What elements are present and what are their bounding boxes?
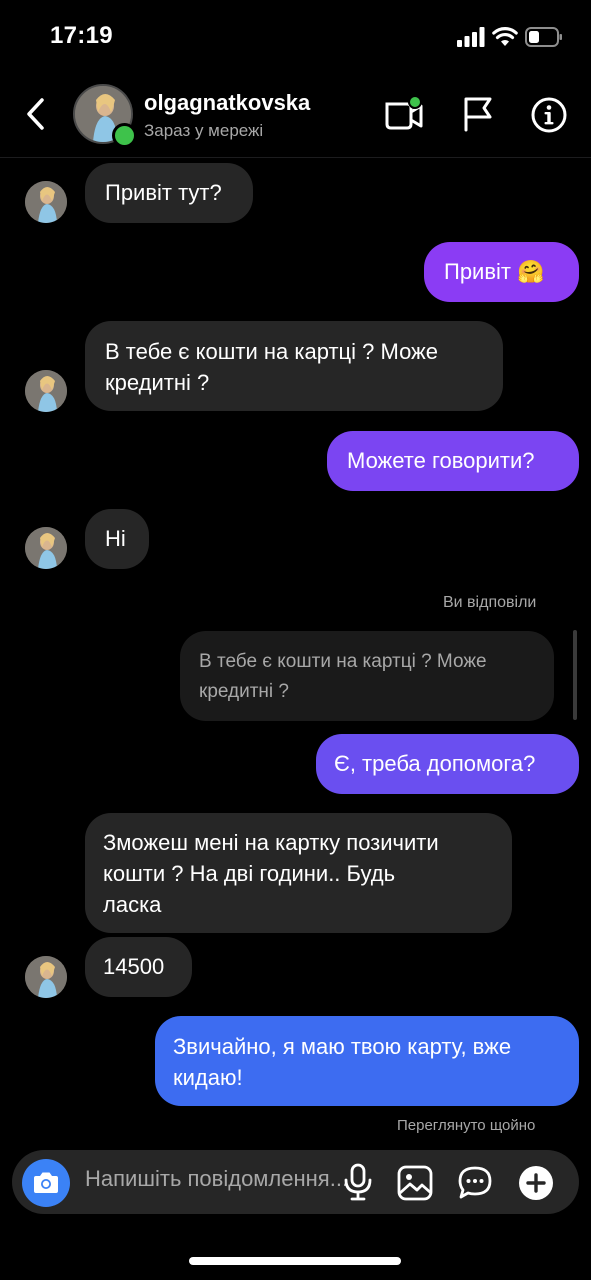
message-text-line: кредитні ? <box>105 370 210 395</box>
info-icon[interactable] <box>530 96 568 134</box>
message-text-line: В тебе є кошти на картці ? Може <box>105 339 439 364</box>
sender-avatar[interactable] <box>25 181 67 223</box>
outgoing-message[interactable]: Є, треба допомога? <box>316 734 579 794</box>
online-status-text: Зараз у мережі <box>144 121 264 140</box>
message-text: Ні <box>105 526 126 551</box>
sender-avatar[interactable] <box>25 527 67 569</box>
seen-status: Переглянуто щойно <box>397 1117 536 1134</box>
outgoing-message[interactable]: Привіт 🤗 <box>424 242 579 302</box>
sender-avatar[interactable] <box>25 370 67 412</box>
message-text: Привіт тут? <box>105 180 222 205</box>
message-text: Можете говорити? <box>347 448 535 473</box>
wifi-icon <box>492 27 518 46</box>
add-icon[interactable] <box>517 1164 555 1202</box>
status-time: 17:19 <box>50 22 113 49</box>
quote-bar <box>573 630 577 720</box>
cellular-signal-icon <box>457 27 485 47</box>
outgoing-message[interactable]: Звичайно, я маю твою карту, вже кидаю! <box>155 1016 579 1106</box>
home-indicator <box>189 1257 401 1265</box>
quoted-message[interactable]: В тебе є кошти на картці ? Може кредитні… <box>180 631 554 721</box>
incoming-message[interactable]: В тебе є кошти на картці ? Може кредитні… <box>85 321 503 411</box>
message-text-line: кидаю! <box>173 1065 243 1090</box>
back-arrow-icon[interactable] <box>22 96 50 132</box>
sender-photo <box>25 527 67 569</box>
online-status-dot <box>112 123 137 148</box>
message-input[interactable]: Напишіть повідомлення... <box>85 1166 375 1192</box>
camera-button[interactable] <box>22 1159 70 1207</box>
header-divider <box>0 157 591 158</box>
chat-username[interactable]: olgagnatkovska <box>144 90 310 116</box>
sender-photo <box>25 956 67 998</box>
message-text: Привіт 🤗 <box>444 259 545 284</box>
incoming-message[interactable]: 14500 <box>85 937 192 997</box>
message-text-line: Зможеш мені на картку позичити <box>103 830 439 855</box>
microphone-icon[interactable] <box>343 1163 373 1201</box>
gallery-icon[interactable] <box>397 1165 433 1201</box>
incoming-message[interactable]: Привіт тут? <box>85 163 253 223</box>
message-text-line: Звичайно, я маю твою карту, вже <box>173 1034 512 1059</box>
outgoing-message[interactable]: Можете говорити? <box>327 431 579 491</box>
sender-photo <box>25 370 67 412</box>
incoming-message[interactable]: Зможеш мені на картку позичити кошти ? Н… <box>85 813 512 933</box>
incoming-message[interactable]: Ні <box>85 509 149 569</box>
message-text: 14500 <box>103 954 165 979</box>
battery-icon <box>525 27 562 47</box>
flag-icon[interactable] <box>460 96 496 132</box>
camera-icon <box>34 1172 58 1193</box>
sender-avatar[interactable] <box>25 956 67 998</box>
message-text-line: кошти ? На дві години.. Будь <box>103 861 396 886</box>
message-text: Є, треба допомога? <box>334 751 536 776</box>
message-text-line: ласка <box>103 892 162 917</box>
quoted-text-line: В тебе є кошти на картці ? Може <box>199 651 487 672</box>
reply-label: Ви відповіли <box>443 594 537 611</box>
video-call-icon[interactable] <box>383 96 425 132</box>
sticker-icon[interactable] <box>457 1165 493 1201</box>
sender-photo <box>25 181 67 223</box>
quoted-text-line: кредитні ? <box>199 681 289 702</box>
